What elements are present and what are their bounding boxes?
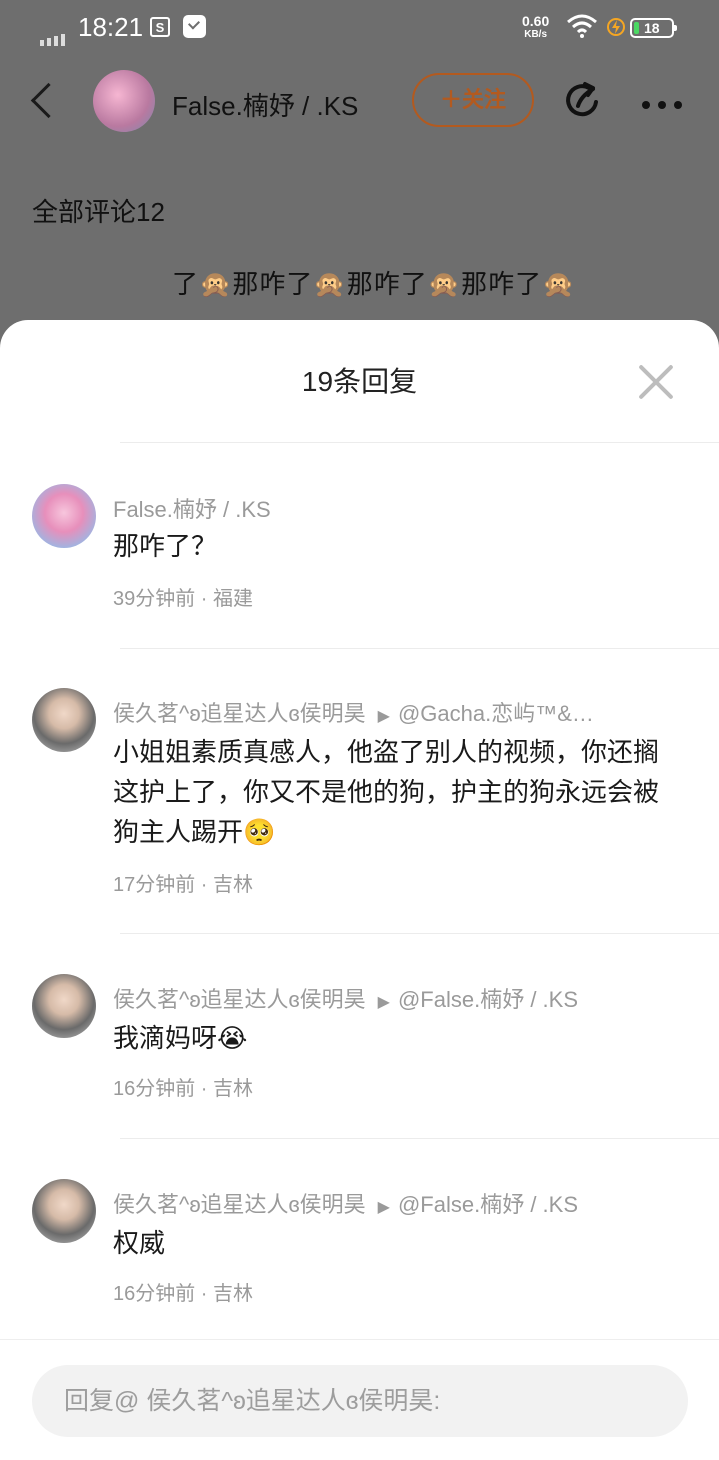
reply-user[interactable]: False.楠妤 / .KS (113, 492, 271, 524)
comments-count-title: 全部评论12 (32, 197, 165, 227)
screen-record-icon: S (150, 17, 170, 37)
network-speed-value: 0.60 (522, 13, 550, 29)
reply-user[interactable]: 侯久茗^ʚ追星达人ɞ侯明昊 (113, 701, 366, 726)
more-icon[interactable] (642, 96, 690, 114)
reply-text: 小姐姐素质真感人，他盗了别人的视频，你还搁这护上了，你又不是他的狗，护主的狗永远… (113, 737, 660, 847)
signal-icon (40, 28, 68, 46)
reply-content: 我滴妈呀😭 (113, 1018, 683, 1058)
battery-icon: 18 (630, 18, 677, 38)
reply-content: 那咋了？ (113, 531, 218, 561)
share-icon[interactable] (563, 80, 603, 120)
pleading-face-emoji: 🥺 (243, 817, 276, 847)
reply-text: 我滴妈呀 (113, 1023, 218, 1053)
reply-input[interactable] (32, 1365, 688, 1437)
follow-button[interactable]: ＋关注 (412, 73, 534, 127)
notification-icon (183, 15, 206, 38)
reply-target[interactable]: @Gacha.恋屿™&… (398, 701, 594, 726)
reply-location: 吉林 (213, 1283, 254, 1305)
reply-time: 16分钟前 (113, 1283, 196, 1305)
divider (120, 442, 719, 443)
reply-user[interactable]: 侯久茗^ʚ追星达人ɞ侯明昊 (113, 987, 366, 1012)
reply-location: 吉林 (213, 874, 254, 896)
follow-label: 关注 (462, 87, 507, 112)
close-icon[interactable] (636, 362, 676, 402)
reply-meta: 16分钟前 · 吉林 (113, 1078, 254, 1100)
nav-bar: False.楠妤 / .KS ＋关注 (0, 60, 719, 140)
reply-user[interactable]: 侯久茗^ʚ追星达人ɞ侯明昊 (113, 1192, 366, 1217)
replies-sheet: 19条回复 False.楠妤 / .KS 那咋了？ 39分钟前 · 福建 侯久茗… (0, 320, 719, 1459)
avatar[interactable] (32, 688, 96, 752)
reply-input-bar (0, 1339, 719, 1460)
battery-level: 18 (644, 20, 660, 36)
avatar[interactable] (32, 484, 96, 548)
charging-icon (607, 18, 625, 36)
reply-location: 吉林 (213, 1078, 254, 1100)
reply-location: 福建 (213, 588, 254, 610)
sheet-title: 19条回复 (301, 366, 418, 397)
reply-arrow-icon: ▶ (377, 1199, 390, 1216)
reply-header: 侯久茗^ʚ追星达人ɞ侯明昊 ▶ @False.楠妤 / .KS (113, 1187, 578, 1219)
author-avatar[interactable] (93, 70, 155, 132)
reply-header: 侯久茗^ʚ追星达人ɞ侯明昊 ▶ @Gacha.恋屿™&… (113, 696, 594, 728)
divider (120, 933, 719, 934)
reply-target[interactable]: @False.楠妤 / .KS (398, 1192, 578, 1217)
back-arrow-icon[interactable] (30, 82, 67, 119)
author-name[interactable]: False.楠妤 / .KS (172, 86, 358, 123)
status-time: 18:21 (78, 12, 144, 42)
reply-meta: 16分钟前 · 吉林 (113, 1283, 254, 1305)
reply-meta: 17分钟前 · 吉林 (113, 874, 254, 896)
status-bar: 18:21 S 0.60 KB/s 18 (0, 0, 719, 58)
reply-target[interactable]: @False.楠妤 / .KS (398, 987, 578, 1012)
reply-content: 小姐姐素质真感人，他盗了别人的视频，你还搁这护上了，你又不是他的狗，护主的狗永远… (113, 732, 683, 852)
reply-header: 侯久茗^ʚ追星达人ɞ侯明昊 ▶ @False.楠妤 / .KS (113, 982, 578, 1014)
reply-content: 权威 (113, 1228, 166, 1258)
plus-icon: ＋ (439, 87, 462, 112)
crying-face-emoji: 😭 (217, 1023, 248, 1053)
reply-time: 17分钟前 (113, 874, 196, 896)
reply-arrow-icon: ▶ (377, 708, 390, 725)
reply-time: 16分钟前 (113, 1078, 196, 1100)
divider (120, 648, 719, 649)
reply-arrow-icon: ▶ (377, 994, 390, 1011)
avatar[interactable] (32, 1179, 96, 1243)
background-page: 18:21 S 0.60KB/s 18 False.楠妤 / .KS ＋关注 (0, 0, 719, 360)
reply-meta: 39分钟前 · 福建 (113, 588, 254, 610)
comment-snippet: 了🙊那咋了🙊那咋了🙊那咋了🙊 (172, 269, 576, 299)
network-speed: 0.60 KB/s (522, 13, 550, 41)
avatar[interactable] (32, 974, 96, 1038)
reply-time: 39分钟前 (113, 588, 196, 610)
divider (120, 1138, 719, 1139)
network-speed-unit: KB/s (524, 29, 548, 40)
wifi-icon (567, 14, 597, 38)
